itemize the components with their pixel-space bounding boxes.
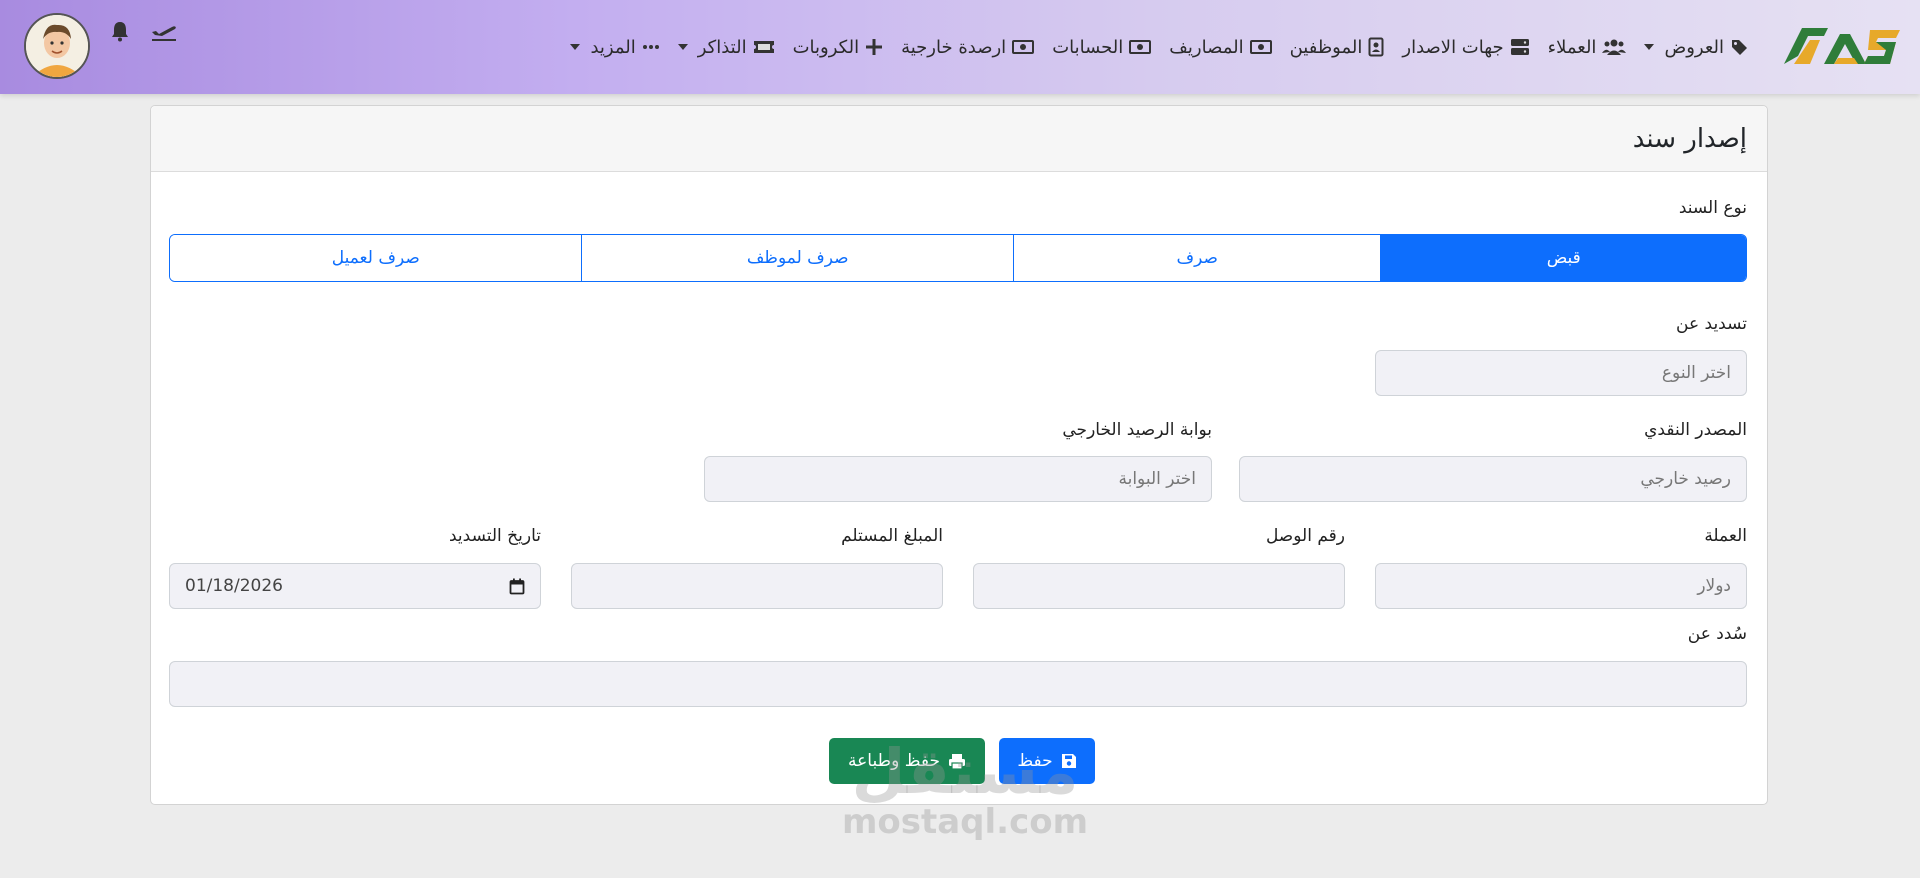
plus-icon: [866, 39, 883, 55]
tags-icon: [1732, 40, 1747, 55]
amount-input[interactable]: [571, 563, 943, 609]
gateway-label: بوابة الرصيد الخارجي: [1062, 420, 1212, 440]
cash-source-select[interactable]: رصيد خارجي: [1239, 456, 1747, 502]
save-button[interactable]: حفظ: [999, 738, 1095, 784]
voucher-card: إصدار سند نوع السند قبض صرف صرف لموظف صر…: [150, 105, 1768, 805]
user-avatar-icon: [26, 15, 88, 77]
print-icon: [948, 753, 965, 770]
nav-item-more[interactable]: المزيد: [570, 37, 659, 58]
brand-logo[interactable]: [1780, 20, 1904, 72]
floppy-disk-icon: [1061, 754, 1076, 768]
ticket-icon: [753, 41, 774, 53]
payment-date-label: تاريخ التسديد: [448, 526, 541, 546]
save-button-label: حفظ: [1017, 751, 1053, 771]
users-icon: [1602, 39, 1627, 55]
receipt-number-input[interactable]: [973, 563, 1345, 609]
nav-item-label: المزيد: [590, 36, 636, 58]
voucher-type-label: نوع السند: [1678, 198, 1747, 218]
cash-source-label: المصدر النقدي: [1644, 420, 1747, 440]
bell-icon[interactable]: [110, 20, 130, 42]
server-icon: [1510, 39, 1529, 55]
page-title: إصدار سند: [1632, 123, 1747, 154]
plane-departure-icon[interactable]: [150, 20, 178, 42]
watermark-domain: mostaql.com: [841, 802, 1089, 842]
payment-for-label: تسديد عن: [1676, 314, 1747, 334]
nav-item-label: ارصدة خارجية: [901, 36, 1007, 58]
money-bill-icon: [1249, 40, 1272, 54]
nav-item-label: الكروبات: [792, 36, 860, 58]
money-bill-icon: [1012, 40, 1035, 54]
nav-item-employees[interactable]: الموظفين: [1290, 37, 1385, 58]
nav-item-expenses[interactable]: المصاريف: [1169, 36, 1272, 58]
voucher-type-customer-payment[interactable]: صرف لعميل: [170, 235, 582, 281]
top-navbar: العروض العملاء جهات الاصدار الموظفين الم…: [0, 0, 1920, 94]
voucher-type-selector: قبض صرف صرف لموظف صرف لعميل: [169, 234, 1747, 282]
chevron-down-icon: [677, 44, 688, 50]
amount-label: المبلغ المستلم: [841, 526, 943, 546]
nav-item-label: العملاء: [1547, 36, 1597, 58]
avatar[interactable]: [24, 13, 90, 79]
voucher-type-receipt[interactable]: قبض: [1380, 235, 1746, 281]
nav-user-area: [24, 13, 178, 79]
currency-label: العملة: [1704, 526, 1747, 546]
money-bill-icon: [1129, 40, 1152, 54]
save-and-print-button-label: حفظ وطباعة: [848, 751, 940, 771]
chevron-down-icon: [1644, 44, 1655, 50]
nav-item-external-balances[interactable]: ارصدة خارجية: [901, 36, 1035, 58]
payment-for-select[interactable]: اختر النوع: [1375, 350, 1747, 396]
currency-select[interactable]: دولار: [1375, 563, 1747, 609]
nav-item-tickets[interactable]: التذاكر: [677, 36, 775, 58]
payment-date-input[interactable]: 01/18/2026: [169, 563, 541, 609]
ellipsis-icon: [642, 45, 659, 49]
nav-menu: العروض العملاء جهات الاصدار الموظفين الم…: [570, 30, 1750, 64]
nav-item-label: العروض: [1664, 36, 1724, 58]
receipt-number-label: رقم الوصل: [1265, 526, 1345, 546]
calendar-icon[interactable]: [509, 578, 525, 595]
save-and-print-button[interactable]: حفظ وطباعة: [829, 738, 985, 784]
voucher-type-employee-payment[interactable]: صرف لموظف: [581, 235, 1013, 281]
nav-item-offers[interactable]: العروض: [1644, 37, 1750, 58]
nav-item-customers[interactable]: العملاء: [1548, 37, 1627, 58]
date-value: 01/18/2026: [185, 576, 283, 596]
paid-for-label: سُدد عن: [1687, 624, 1747, 644]
nav-item-label: التذاكر: [697, 36, 747, 58]
voucher-type-payment[interactable]: صرف: [1012, 235, 1381, 281]
paid-for-input[interactable]: [169, 661, 1747, 707]
nav-item-accounts[interactable]: الحسابات: [1052, 36, 1152, 58]
nav-item-label: الموظفين: [1289, 36, 1363, 58]
nav-item-label: المصاريف: [1169, 36, 1244, 58]
nav-item-label: الحسابات: [1052, 36, 1124, 58]
nav-item-groups[interactable]: الكروبات: [793, 37, 884, 58]
nav-item-issuers[interactable]: جهات الاصدار: [1402, 37, 1529, 58]
chevron-down-icon: [570, 44, 581, 50]
gateway-select[interactable]: اختر البوابة: [704, 456, 1212, 502]
nav-item-label: جهات الاصدار: [1402, 36, 1504, 58]
card-header: إصدار سند: [151, 106, 1767, 172]
id-card-icon: [1368, 37, 1384, 57]
